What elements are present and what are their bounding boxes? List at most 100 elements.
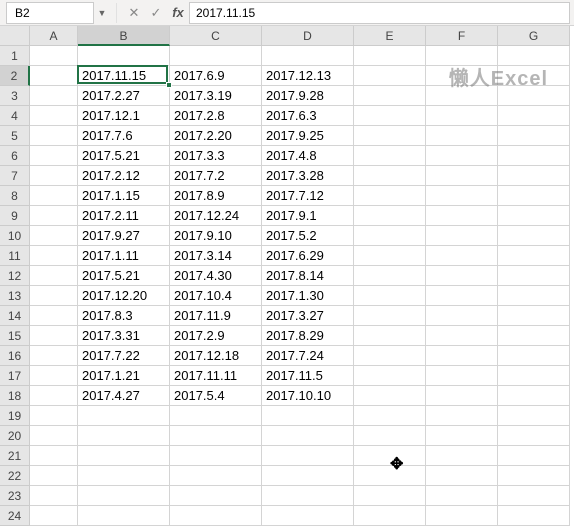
cell[interactable] (170, 446, 262, 466)
cell[interactable]: 2017.3.3 (170, 146, 262, 166)
row-header-16[interactable]: 16 (0, 346, 30, 366)
cell[interactable] (498, 206, 570, 226)
cell[interactable] (498, 406, 570, 426)
cell[interactable] (30, 306, 78, 326)
cell[interactable] (498, 226, 570, 246)
cell[interactable] (30, 326, 78, 346)
cell[interactable] (30, 446, 78, 466)
cell[interactable] (354, 186, 426, 206)
cell[interactable] (78, 466, 170, 486)
cell[interactable]: 2017.1.30 (262, 286, 354, 306)
cell[interactable]: 2017.8.3 (78, 306, 170, 326)
cell[interactable] (426, 326, 498, 346)
cell[interactable] (426, 286, 498, 306)
cell[interactable] (426, 106, 498, 126)
cell[interactable] (262, 406, 354, 426)
row-header-14[interactable]: 14 (0, 306, 30, 326)
cell[interactable] (498, 446, 570, 466)
cell[interactable] (354, 326, 426, 346)
cell[interactable] (354, 426, 426, 446)
cell[interactable] (30, 166, 78, 186)
cell[interactable]: 2017.2.20 (170, 126, 262, 146)
cell[interactable]: 2017.3.28 (262, 166, 354, 186)
row-header-18[interactable]: 18 (0, 386, 30, 406)
row-header-1[interactable]: 1 (0, 46, 30, 66)
cell[interactable] (354, 226, 426, 246)
cell[interactable] (78, 406, 170, 426)
cell[interactable] (78, 46, 170, 66)
cancel-icon[interactable]: ✕ (123, 5, 145, 21)
cell[interactable] (498, 246, 570, 266)
cell[interactable] (354, 206, 426, 226)
confirm-icon[interactable]: ✓ (145, 5, 167, 21)
cell[interactable] (30, 466, 78, 486)
cell[interactable] (498, 326, 570, 346)
cell[interactable] (426, 366, 498, 386)
row-header-17[interactable]: 17 (0, 366, 30, 386)
cell[interactable] (426, 426, 498, 446)
cell[interactable]: 2017.12.1 (78, 106, 170, 126)
cell[interactable] (354, 466, 426, 486)
row-header-19[interactable]: 19 (0, 406, 30, 426)
cell[interactable] (426, 446, 498, 466)
row-header-12[interactable]: 12 (0, 266, 30, 286)
cell[interactable] (30, 486, 78, 506)
row-header-24[interactable]: 24 (0, 506, 30, 526)
cell[interactable] (426, 226, 498, 246)
cell[interactable] (426, 346, 498, 366)
cell[interactable] (426, 466, 498, 486)
cell[interactable] (498, 386, 570, 406)
cell[interactable]: 2017.12.13 (262, 66, 354, 86)
cell[interactable] (498, 126, 570, 146)
cell[interactable] (170, 506, 262, 526)
cell[interactable] (426, 146, 498, 166)
row-header-13[interactable]: 13 (0, 286, 30, 306)
row-header-2[interactable]: 2 (0, 66, 30, 86)
select-all-corner[interactable] (0, 26, 30, 46)
cell[interactable] (498, 86, 570, 106)
cell[interactable]: 2017.7.6 (78, 126, 170, 146)
cell[interactable] (354, 46, 426, 66)
cell[interactable] (354, 246, 426, 266)
cell[interactable] (30, 426, 78, 446)
cell[interactable] (426, 126, 498, 146)
name-box[interactable]: B2 (6, 2, 94, 24)
cell[interactable]: 2017.5.21 (78, 266, 170, 286)
cell[interactable] (354, 306, 426, 326)
cell[interactable] (498, 46, 570, 66)
cell[interactable] (498, 506, 570, 526)
cell[interactable] (498, 146, 570, 166)
cell[interactable] (170, 406, 262, 426)
cell[interactable] (30, 46, 78, 66)
cell[interactable] (170, 46, 262, 66)
cell[interactable]: 2017.4.30 (170, 266, 262, 286)
cell[interactable]: 2017.2.9 (170, 326, 262, 346)
cell[interactable]: 2017.4.27 (78, 386, 170, 406)
cell[interactable] (426, 206, 498, 226)
cell[interactable] (30, 66, 78, 86)
cell[interactable] (498, 486, 570, 506)
cell[interactable] (426, 306, 498, 326)
cell[interactable]: 2017.7.24 (262, 346, 354, 366)
cell[interactable] (30, 386, 78, 406)
column-header-e[interactable]: E (354, 26, 426, 46)
cell[interactable] (426, 66, 498, 86)
cell[interactable] (30, 286, 78, 306)
cell[interactable]: 2017.10.4 (170, 286, 262, 306)
row-header-22[interactable]: 22 (0, 466, 30, 486)
cell[interactable] (426, 46, 498, 66)
cell[interactable]: 2017.12.18 (170, 346, 262, 366)
cell[interactable]: 2017.2.11 (78, 206, 170, 226)
row-header-21[interactable]: 21 (0, 446, 30, 466)
row-header-6[interactable]: 6 (0, 146, 30, 166)
cell[interactable] (262, 426, 354, 446)
cell[interactable] (30, 106, 78, 126)
cell[interactable] (498, 66, 570, 86)
cell[interactable] (426, 486, 498, 506)
cell[interactable] (498, 286, 570, 306)
cell[interactable] (354, 406, 426, 426)
cell[interactable]: 2017.12.20 (78, 286, 170, 306)
column-header-a[interactable]: A (30, 26, 78, 46)
cell[interactable] (426, 86, 498, 106)
cell[interactable] (498, 266, 570, 286)
